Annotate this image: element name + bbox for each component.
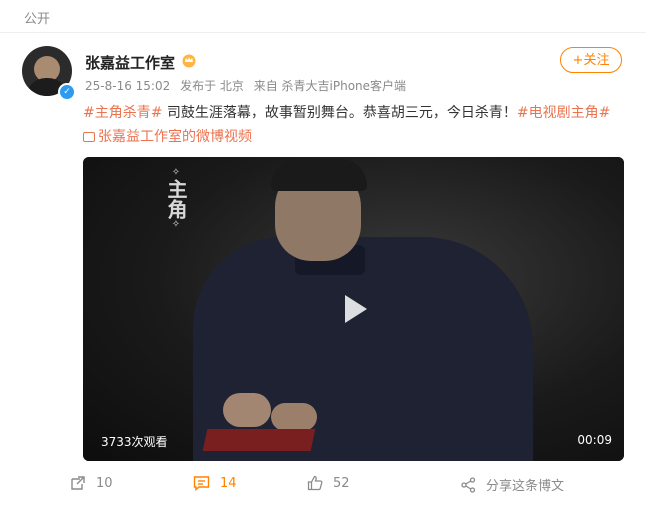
- video-link[interactable]: 张嘉益工作室的微博视频: [83, 129, 252, 145]
- repost-icon: [71, 476, 85, 490]
- share-label: 分享这条博文: [486, 479, 565, 494]
- post-source: 来自 杀青大吉iPhone客户端: [253, 79, 407, 93]
- post-time[interactable]: 25-8-16 15:02: [85, 79, 170, 93]
- action-bar: 10 14 52 分享这条博文: [0, 469, 646, 499]
- follow-button[interactable]: +关注: [560, 47, 622, 73]
- repost-button[interactable]: 10: [70, 475, 113, 491]
- video-link-label: 张嘉益工作室的微博视频: [98, 129, 252, 145]
- comment-button[interactable]: 14: [193, 475, 237, 491]
- like-icon: [307, 475, 323, 491]
- video-duration: 00:09: [577, 433, 612, 447]
- visibility-label: 公开: [24, 12, 51, 27]
- video-player[interactable]: ✧ 主角 ✧ 3733次观看 00:09: [83, 157, 624, 461]
- video-icon: [83, 132, 95, 142]
- share-icon: [461, 476, 476, 493]
- hashtag-link[interactable]: #主角杀青#: [83, 105, 162, 121]
- like-button[interactable]: 52: [307, 475, 350, 491]
- divider: [0, 32, 646, 33]
- hashtag-link[interactable]: #电视剧主角#: [517, 105, 610, 121]
- like-count: 52: [333, 475, 350, 491]
- share-button[interactable]: 分享这条博文: [461, 475, 564, 494]
- crown-icon: [182, 54, 196, 68]
- author-name[interactable]: 张嘉益工作室: [85, 52, 175, 73]
- play-icon[interactable]: [331, 287, 375, 331]
- post-location: 发布于 北京: [180, 79, 244, 93]
- comment-icon: [193, 476, 210, 491]
- verified-icon: ✓: [58, 83, 76, 101]
- post-body: 司鼓生涯落幕，故事暂别舞台。恭喜胡三元，今日杀青！: [162, 105, 517, 121]
- view-count: 3733次观看: [101, 435, 168, 449]
- comment-count: 14: [220, 475, 237, 491]
- repost-count: 10: [96, 475, 113, 491]
- weibo-post-card: 公开 ✓ 张嘉益工作室 25-8-16 15:02 发布于 北京 来自 杀青大吉…: [0, 0, 646, 513]
- video-logo: ✧ 主角 ✧: [164, 167, 188, 230]
- post-text: #主角杀青# 司鼓生涯落幕，故事暂别舞台。恭喜胡三元，今日杀青！#电视剧主角# …: [83, 101, 623, 149]
- post-meta: 25-8-16 15:02 发布于 北京 来自 杀青大吉iPhone客户端: [85, 77, 412, 94]
